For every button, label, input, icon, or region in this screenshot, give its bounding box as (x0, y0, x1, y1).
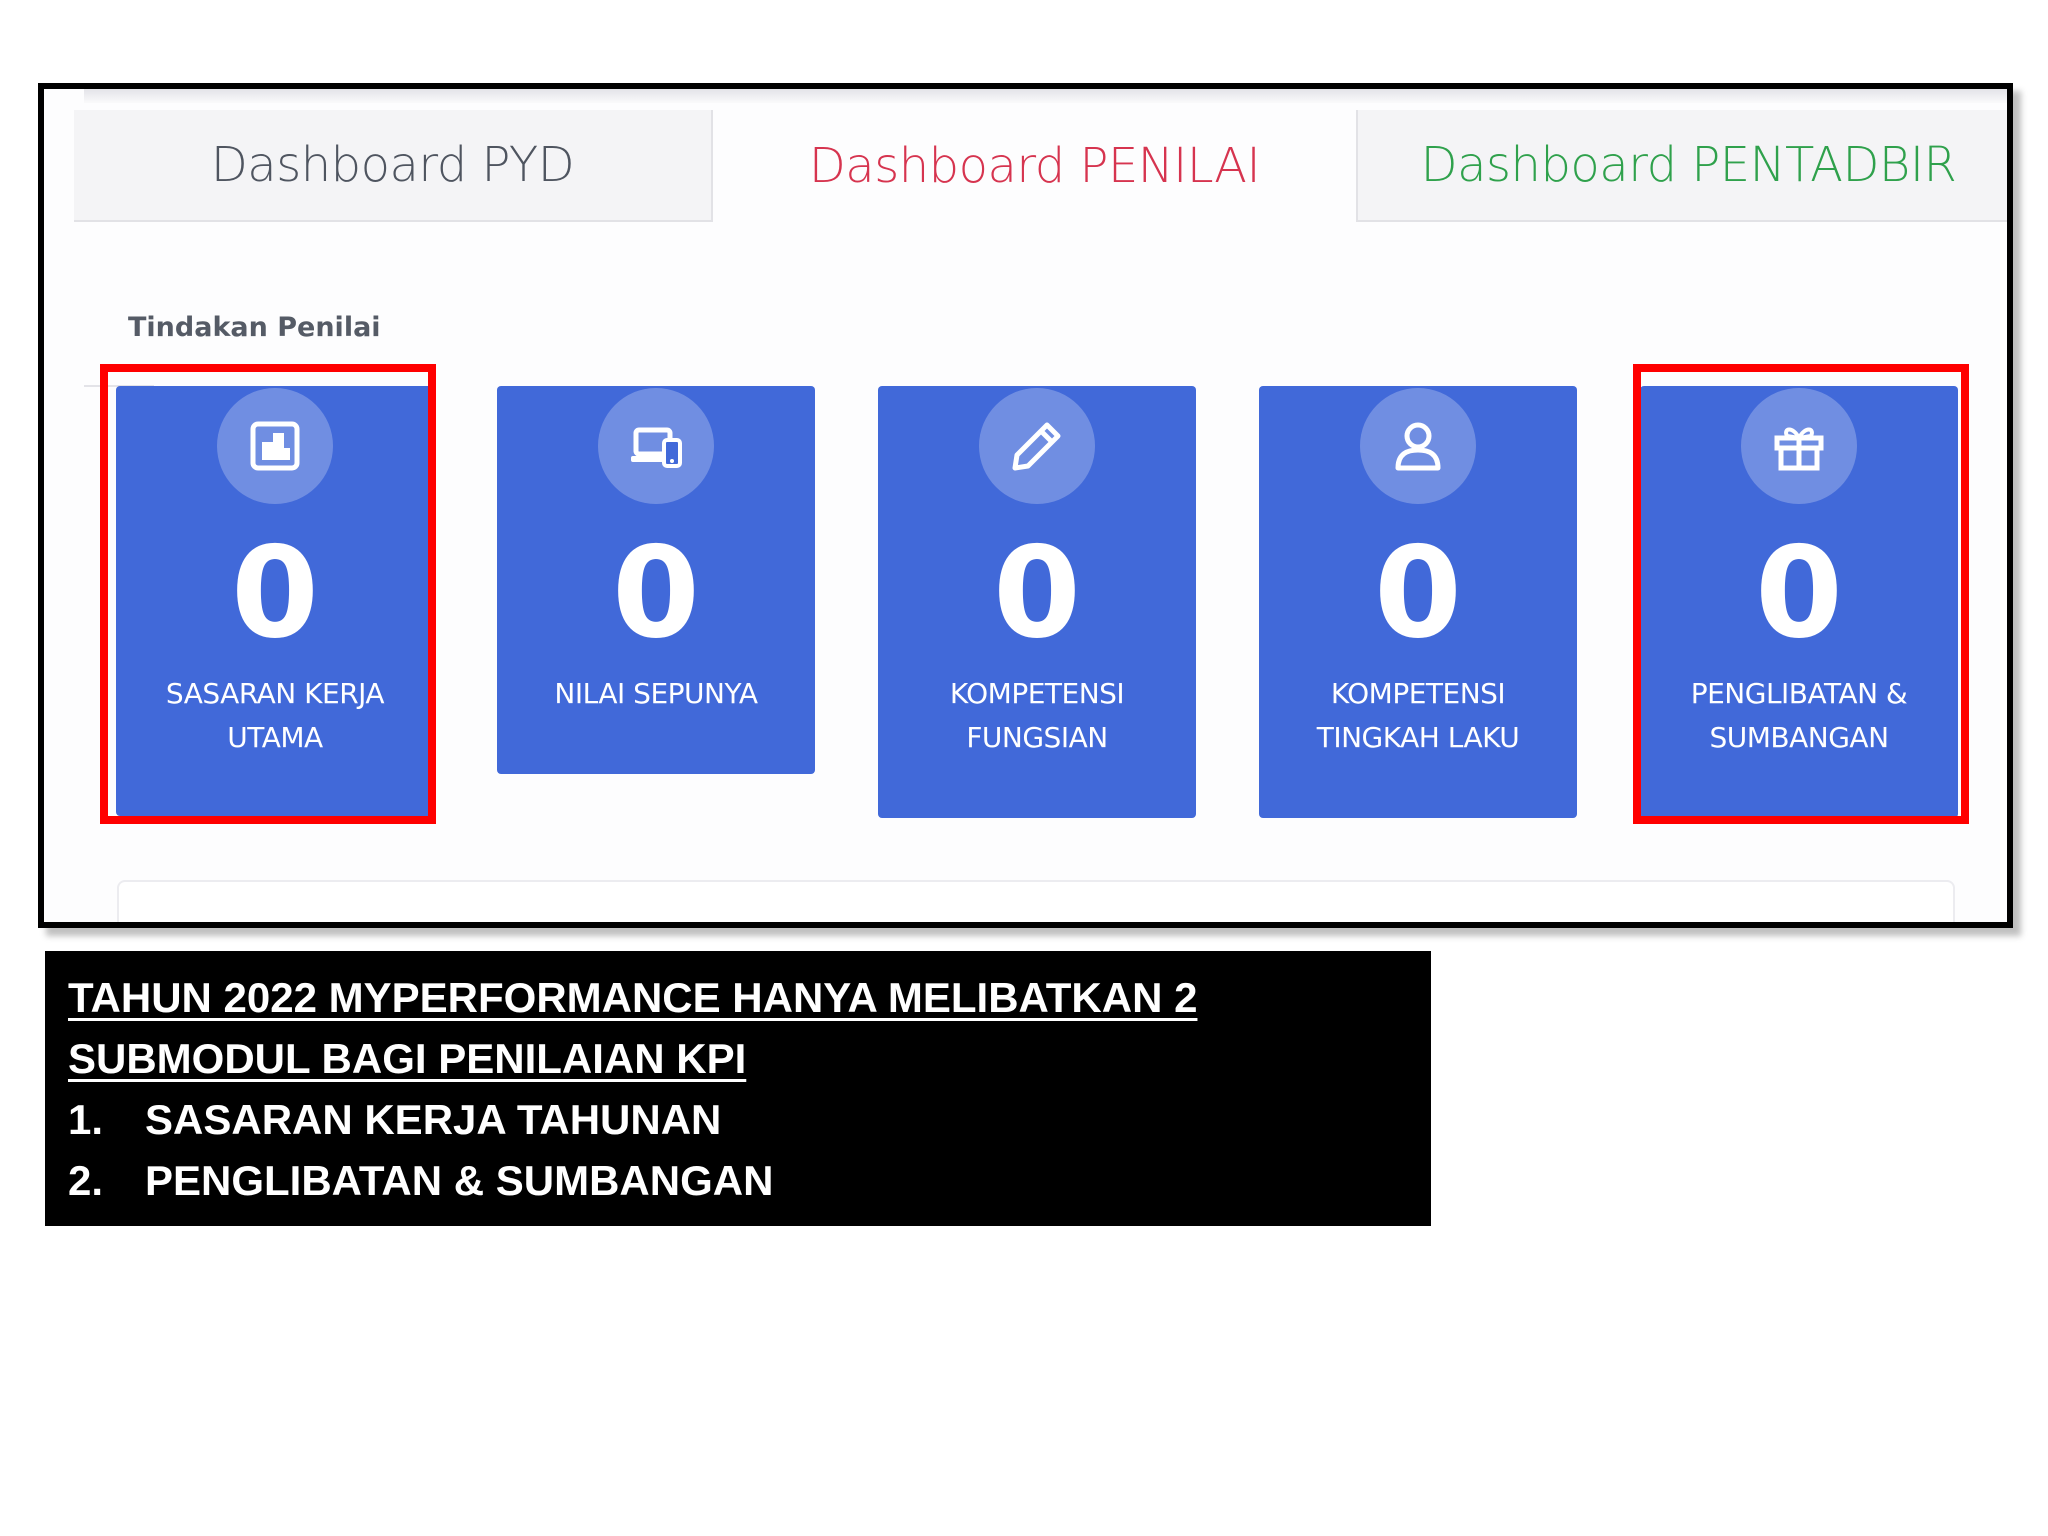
count-value: 0 (612, 519, 700, 666)
user-icon (1360, 388, 1476, 504)
count-value: 0 (1374, 519, 1462, 666)
count-value: 0 (993, 519, 1081, 666)
devices-icon (598, 388, 714, 504)
tab-dashboard-pyd[interactable]: Dashboard PYD (74, 110, 713, 222)
caption-list: 1. SASARAN KERJA TAHUNAN 2. PENGLIBATAN … (68, 1089, 1431, 1211)
list-item: 2. PENGLIBATAN & SUMBANGAN (68, 1150, 1431, 1211)
section-title: Tindakan Penilai (128, 312, 381, 343)
pencil-icon (979, 388, 1095, 504)
card-label: PENGLIBATAN & SUMBANGAN (1690, 677, 1908, 754)
content-panel (117, 880, 1955, 922)
caption-box: TAHUN 2022 MYPERFORMANCE HANYA MELIBATKA… (45, 951, 1431, 1226)
card-sasaran-kerja-utama[interactable]: 0 SASARAN KERJA UTAMA (116, 386, 434, 816)
screenshot-frame: Dashboard PYD Dashboard PENILAI Dashboar… (38, 83, 2013, 928)
gift-icon (1741, 388, 1857, 504)
card-label: KOMPETENSI FUNGSIAN (949, 677, 1125, 754)
list-item: 1. SASARAN KERJA TAHUNAN (68, 1089, 1431, 1150)
card-kompetensi-tingkah-laku[interactable]: 0 KOMPETENSI TINGKAH LAKU (1259, 386, 1577, 818)
count-value: 0 (1755, 519, 1843, 666)
top-shadow (84, 89, 2007, 103)
caption-heading-line-1: TAHUN 2022 MYPERFORMANCE HANYA MELIBATKA… (68, 974, 1198, 1021)
tab-dashboard-penilai[interactable]: Dashboard PENILAI (713, 110, 1356, 222)
tab-dashboard-pentadbir[interactable]: Dashboard PENTADBIR (1356, 110, 2007, 222)
count-value: 0 (231, 519, 319, 666)
card-kompetensi-fungsian[interactable]: 0 KOMPETENSI FUNGSIAN (878, 386, 1196, 818)
card-label: NILAI SEPUNYA (554, 677, 758, 710)
caption-heading-line-2: SUBMODUL BAGI PENILAIAN KPI (68, 1035, 747, 1082)
list-number: 2. (68, 1157, 104, 1204)
card-label: SASARAN KERJA UTAMA (165, 677, 385, 754)
list-text: PENGLIBATAN & SUMBANGAN (145, 1157, 774, 1204)
card-nilai-sepunya[interactable]: 0 NILAI SEPUNYA (497, 386, 815, 774)
card-label: KOMPETENSI TINGKAH LAKU (1316, 677, 1520, 754)
list-number: 1. (68, 1096, 104, 1143)
list-text: SASARAN KERJA TAHUNAN (145, 1096, 722, 1143)
chart-icon (217, 388, 333, 504)
card-penglibatan-sumbangan[interactable]: 0 PENGLIBATAN & SUMBANGAN (1640, 386, 1958, 818)
dashboard-app: Dashboard PYD Dashboard PENILAI Dashboar… (44, 89, 2007, 922)
